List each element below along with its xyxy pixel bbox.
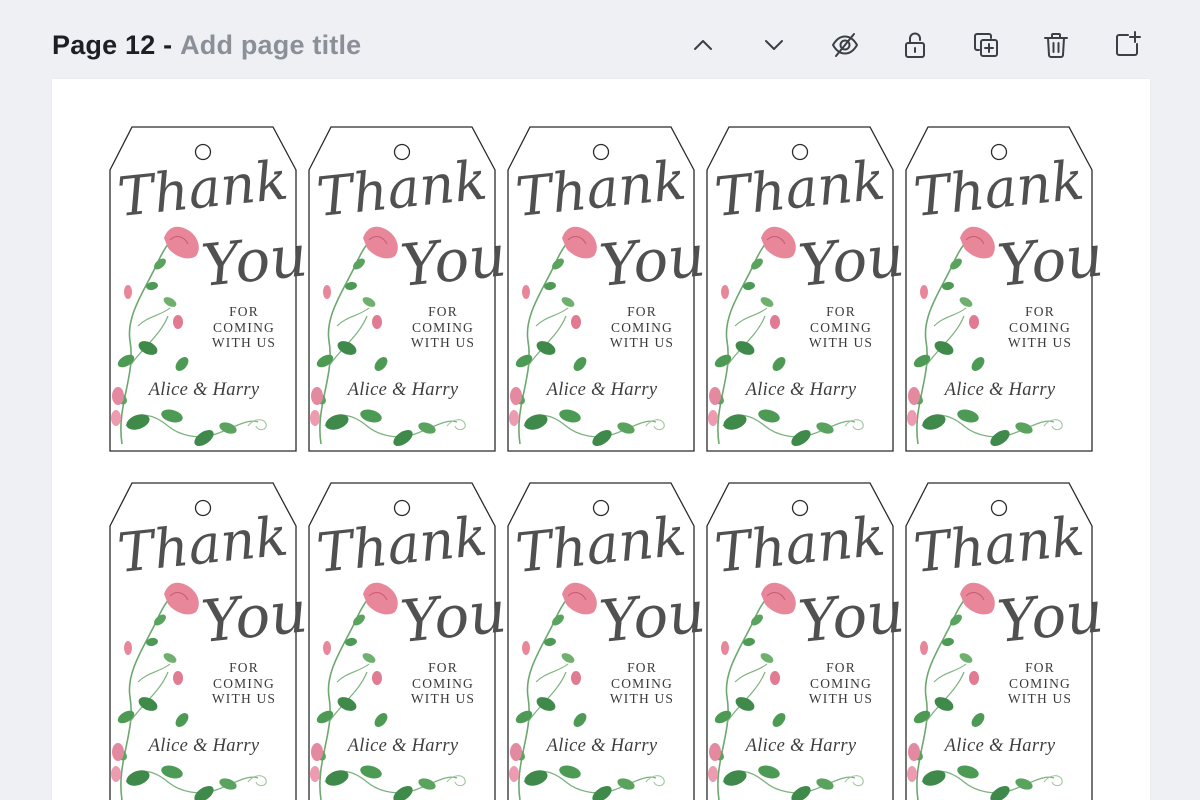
subtitle-line: WITH US — [609, 335, 675, 350]
couple-names: Alice & Harry — [745, 380, 857, 400]
subtitle-line: FOR — [826, 304, 856, 319]
add-page-button[interactable] — [1104, 22, 1150, 68]
tag-artwork: Thank You — [109, 126, 310, 452]
gift-tag[interactable]: Thank You FOR COMING WITH US Alice & Har… — [307, 482, 509, 800]
couple-names: Alice & Harry — [546, 380, 658, 400]
subtitle-line: COMING — [1009, 319, 1071, 335]
couple-names: Alice & Harry — [148, 380, 260, 400]
tag-subtitle: FOR COMING WITH US — [403, 304, 483, 351]
subtitle-line: WITH US — [410, 691, 476, 706]
tag-artwork: Thank You — [706, 126, 907, 452]
tag-artwork: Thank You — [905, 126, 1106, 452]
subtitle-line: COMING — [611, 675, 673, 691]
subtitle-line: WITH US — [609, 691, 675, 706]
couple-names: Alice & Harry — [347, 380, 459, 400]
you-script-text: You — [198, 221, 310, 300]
tag-subtitle: FOR COMING WITH US — [1000, 660, 1080, 707]
you-script-text: You — [795, 577, 907, 656]
subtitle-line: COMING — [1009, 675, 1071, 691]
subtitle-line: WITH US — [808, 335, 874, 350]
tag-subtitle: FOR COMING WITH US — [1000, 304, 1080, 351]
subtitle-line: WITH US — [410, 335, 476, 350]
page-title-input[interactable]: Add page title — [180, 30, 361, 60]
tag-artwork: Thank You — [308, 126, 509, 452]
subtitle-line: COMING — [213, 319, 275, 335]
subtitle-line: COMING — [412, 675, 474, 691]
gift-tag[interactable]: Thank You FOR COMING WITH US Alice & Har… — [108, 482, 310, 800]
gift-tag[interactable]: Thank You FOR COMING WITH US Alice & Har… — [506, 482, 708, 800]
gift-tag[interactable]: Thank You FOR COMING WITH US Alice & Har… — [506, 126, 708, 453]
lock-icon — [905, 32, 926, 58]
subtitle-line: COMING — [810, 675, 872, 691]
gift-tag[interactable]: Thank You FOR COMING WITH US Alice & Har… — [705, 126, 907, 453]
subtitle-line: COMING — [412, 319, 474, 335]
page-header: Page 12 - Add page title — [52, 22, 1150, 68]
delete-page-button[interactable] — [1033, 22, 1079, 68]
page-number-label: Page 12 - — [52, 29, 173, 60]
tag-subtitle: FOR COMING WITH US — [801, 660, 881, 707]
page-toolbar — [680, 22, 1150, 68]
subtitle-line: FOR — [428, 660, 458, 675]
subtitle-line: WITH US — [1007, 335, 1073, 350]
subtitle-line: FOR — [428, 304, 458, 319]
couple-names: Alice & Harry — [347, 736, 459, 756]
move-page-up-button[interactable] — [680, 22, 726, 68]
gift-tag[interactable]: Thank You FOR COMING WITH US Alice & Har… — [904, 482, 1106, 800]
tag-subtitle: FOR COMING WITH US — [602, 660, 682, 707]
tag-subtitle: FOR COMING WITH US — [204, 660, 284, 707]
subtitle-line: COMING — [611, 319, 673, 335]
subtitle-line: FOR — [826, 660, 856, 675]
gift-tag[interactable]: Thank You FOR COMING WITH US Alice & Har… — [108, 126, 310, 453]
you-script-text: You — [397, 221, 509, 300]
subtitle-line: FOR — [1025, 304, 1055, 319]
design-canvas[interactable]: Thank You FOR COMING WITH US Alice & Har… — [52, 79, 1150, 800]
you-script-text: You — [994, 221, 1106, 300]
hide-page-button[interactable] — [822, 22, 868, 68]
couple-names: Alice & Harry — [745, 736, 857, 756]
subtitle-line: WITH US — [808, 691, 874, 706]
you-script-text: You — [596, 221, 708, 300]
trash-icon — [1044, 33, 1069, 58]
duplicate-icon — [973, 33, 998, 57]
subtitle-line: FOR — [627, 304, 657, 319]
tag-artwork: Thank You — [507, 126, 708, 452]
gift-tag[interactable]: Thank You FOR COMING WITH US Alice & Har… — [307, 126, 509, 453]
chevron-up-icon — [694, 40, 713, 50]
gift-tag[interactable]: Thank You FOR COMING WITH US Alice & Har… — [904, 126, 1106, 453]
you-script-text: You — [795, 221, 907, 300]
couple-names: Alice & Harry — [148, 736, 260, 756]
tag-subtitle: FOR COMING WITH US — [602, 304, 682, 351]
lock-page-button[interactable] — [892, 22, 938, 68]
chevron-down-icon — [765, 40, 784, 50]
subtitle-line: FOR — [1025, 660, 1055, 675]
subtitle-line: WITH US — [211, 335, 277, 350]
couple-names: Alice & Harry — [944, 736, 1056, 756]
you-script-text: You — [596, 577, 708, 656]
eye-slash-icon — [831, 33, 858, 57]
tag-subtitle: FOR COMING WITH US — [403, 660, 483, 707]
page-title: Page 12 - Add page title — [52, 30, 361, 61]
couple-names: Alice & Harry — [944, 380, 1056, 400]
you-script-text: You — [397, 577, 509, 656]
subtitle-line: COMING — [213, 675, 275, 691]
subtitle-line: FOR — [229, 660, 259, 675]
subtitle-line: FOR — [229, 304, 259, 319]
you-script-text: You — [198, 577, 310, 656]
subtitle-line: WITH US — [211, 691, 277, 706]
tag-subtitle: FOR COMING WITH US — [204, 304, 284, 351]
you-script-text: You — [994, 577, 1106, 656]
move-page-down-button[interactable] — [751, 22, 797, 68]
couple-names: Alice & Harry — [546, 736, 658, 756]
gift-tag[interactable]: Thank You FOR COMING WITH US Alice & Har… — [705, 482, 907, 800]
tag-subtitle: FOR COMING WITH US — [801, 304, 881, 351]
subtitle-line: FOR — [627, 660, 657, 675]
subtitle-line: WITH US — [1007, 691, 1073, 706]
duplicate-page-button[interactable] — [963, 22, 1009, 68]
subtitle-line: COMING — [810, 319, 872, 335]
add-page-icon — [1116, 31, 1141, 56]
